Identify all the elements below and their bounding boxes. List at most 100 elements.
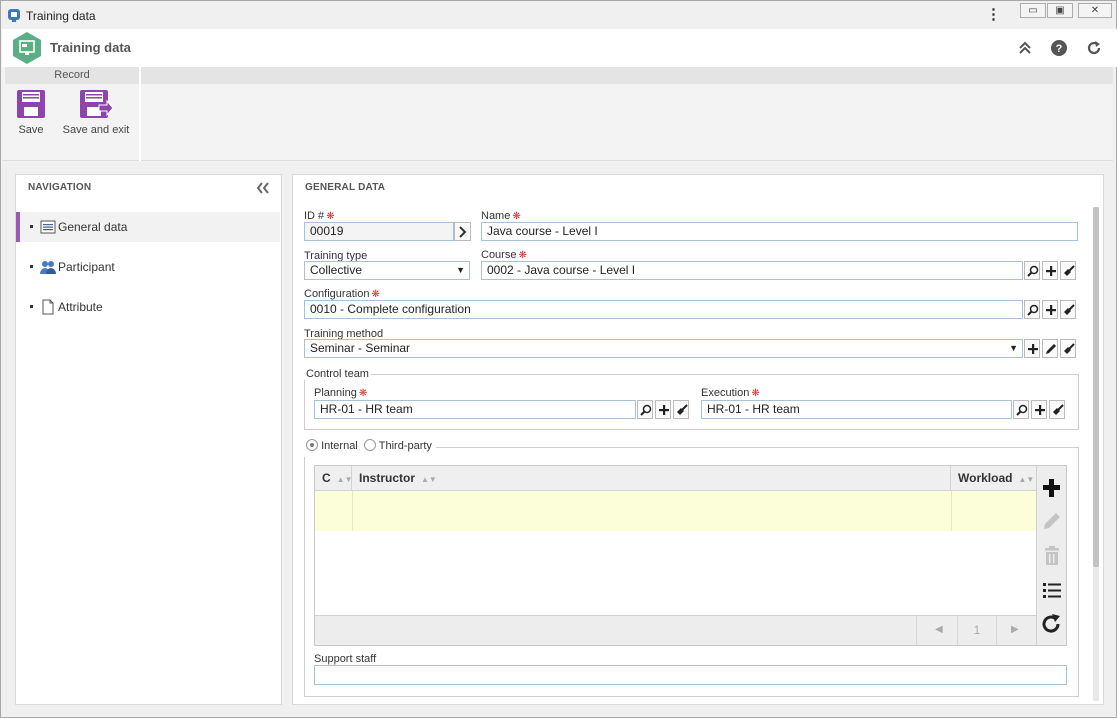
add-row-icon[interactable] — [1038, 474, 1066, 502]
save-button[interactable]: Save — [14, 89, 48, 136]
course-add-button[interactable] — [1042, 261, 1058, 280]
restore-icon[interactable]: ▣ — [1047, 3, 1073, 18]
execution-search-button[interactable] — [1013, 400, 1029, 419]
nav-bullet — [30, 225, 33, 228]
nav-bullet — [30, 265, 33, 268]
planning-add-button[interactable] — [655, 400, 671, 419]
next-page-icon[interactable]: ▶ — [1011, 624, 1019, 635]
execution-label-text: Execution — [701, 387, 750, 399]
training-type-select[interactable]: Collective ▼ — [304, 261, 470, 280]
training-method-add-button[interactable] — [1024, 339, 1040, 358]
planning-label-text: Planning — [314, 387, 357, 399]
id-next-button[interactable] — [454, 222, 471, 241]
scrollbar-thumb[interactable] — [1093, 207, 1099, 567]
column-workload-header[interactable]: Workload ▲▼ — [951, 466, 1036, 491]
planning-field[interactable]: HR-01 - HR team — [314, 400, 636, 419]
course-clear-button[interactable] — [1060, 261, 1076, 280]
pencil-icon — [1046, 344, 1056, 354]
refresh-icon[interactable] — [1085, 39, 1103, 57]
name-label-text: Name — [481, 210, 511, 222]
radio-internal[interactable] — [306, 439, 318, 451]
sort-icon: ▲▼ — [336, 475, 353, 484]
column-divider — [951, 491, 952, 531]
chevron-right-icon — [459, 226, 467, 238]
window-title: Training data — [26, 9, 96, 23]
course-field[interactable]: 0002 - Java course - Level I — [481, 261, 1023, 280]
execution-label: Execution ❋ — [701, 387, 760, 399]
planning-search-button[interactable] — [637, 400, 653, 419]
column-c-header[interactable]: C ▲▼ — [315, 466, 353, 491]
instructor-type-radios: Internal Third-party — [304, 439, 436, 457]
table-row[interactable] — [315, 491, 1036, 531]
training-method-select[interactable]: Seminar - Seminar ▼ — [304, 339, 1023, 358]
configuration-add-button[interactable] — [1042, 300, 1058, 319]
column-divider — [352, 491, 353, 531]
close-icon[interactable]: ✕ — [1078, 3, 1112, 18]
id-label: ID # ❋ — [304, 210, 335, 222]
broom-icon — [1064, 265, 1075, 276]
search-icon — [1027, 304, 1039, 316]
sort-icon: ▲▼ — [1018, 475, 1035, 484]
collapse-icon[interactable] — [1016, 39, 1034, 57]
users-icon — [40, 261, 56, 274]
planning-clear-button[interactable] — [673, 400, 689, 419]
configuration-label: Configuration ❋ — [304, 288, 380, 300]
nav-item-attribute[interactable]: Attribute — [16, 292, 280, 322]
plus-icon — [659, 405, 669, 415]
nav-item-label: Attribute — [58, 300, 103, 314]
search-icon — [1027, 265, 1039, 277]
general-data-panel: GENERAL DATA ID # ❋ 00019 Name ❋ Java cour… — [292, 174, 1104, 705]
course-search-button[interactable] — [1024, 261, 1040, 280]
help-icon[interactable]: ? — [1050, 39, 1068, 57]
minimize-icon[interactable]: ▭ — [1020, 3, 1046, 18]
edit-row-icon[interactable] — [1038, 508, 1066, 536]
configuration-clear-button[interactable] — [1060, 300, 1076, 319]
planning-label: Planning ❋ — [314, 387, 367, 399]
kebab-menu-icon[interactable]: ⋮ — [986, 7, 1001, 23]
course-label-text: Course — [481, 249, 517, 261]
page-title: Training data — [50, 40, 131, 55]
navigation-title: NAVIGATION — [28, 182, 92, 193]
app-icon — [8, 9, 20, 22]
training-method-edit-button[interactable] — [1042, 339, 1058, 358]
dropdown-arrow-icon: ▼ — [1009, 343, 1018, 353]
support-staff-field[interactable] — [314, 665, 1067, 685]
refresh-grid-icon[interactable] — [1038, 610, 1066, 638]
execution-add-button[interactable] — [1031, 400, 1047, 419]
nav-item-general-data[interactable]: General data — [16, 212, 280, 242]
column-instructor-header[interactable]: Instructor ▲▼ — [352, 466, 951, 491]
prev-page-icon[interactable]: ◀ — [935, 624, 943, 635]
plus-icon — [1028, 344, 1038, 354]
radio-third-party[interactable] — [363, 439, 376, 451]
window-controls: ▭ ▣ ✕ — [1020, 3, 1112, 19]
radio-third-party-label: Third-party — [378, 440, 432, 452]
column-label: C — [322, 471, 331, 485]
name-label: Name ❋ — [481, 210, 521, 222]
name-field[interactable]: Java course - Level I — [481, 222, 1078, 241]
execution-clear-button[interactable] — [1049, 400, 1065, 419]
delete-row-icon[interactable] — [1038, 542, 1066, 570]
execution-field[interactable]: HR-01 - HR team — [701, 400, 1012, 419]
id-field[interactable]: 00019 — [304, 222, 454, 241]
save-exit-icon — [80, 90, 113, 118]
nav-item-participant[interactable]: Participant — [16, 252, 280, 282]
radio-internal-label: Internal — [321, 440, 358, 452]
general-data-title: GENERAL DATA — [305, 182, 386, 193]
vertical-scrollbar[interactable] — [1093, 207, 1099, 701]
training-method-clear-button[interactable] — [1060, 339, 1076, 358]
navigation-panel: NAVIGATION General data Participant Attr… — [15, 174, 282, 705]
page-number[interactable]: 1 — [957, 616, 997, 645]
column-label: Instructor — [359, 471, 416, 485]
sort-icon: ▲▼ — [421, 475, 437, 484]
svg-text:?: ? — [1056, 43, 1063, 55]
list-view-icon[interactable] — [1038, 576, 1066, 604]
configuration-field[interactable]: 0010 - Complete configuration — [304, 300, 1023, 319]
configuration-label-text: Configuration — [304, 288, 370, 300]
support-staff-label: Support staff — [314, 653, 377, 665]
dropdown-arrow-icon: ▼ — [456, 265, 465, 275]
save-and-exit-button[interactable]: Save and exit — [60, 89, 132, 136]
collapse-panel-icon[interactable] — [256, 182, 270, 194]
application-window: Training data ⋮ ▭ ▣ ✕ Training data ? Re… — [0, 0, 1117, 718]
configuration-search-button[interactable] — [1024, 300, 1040, 319]
required-icon: ❋ — [358, 388, 368, 399]
